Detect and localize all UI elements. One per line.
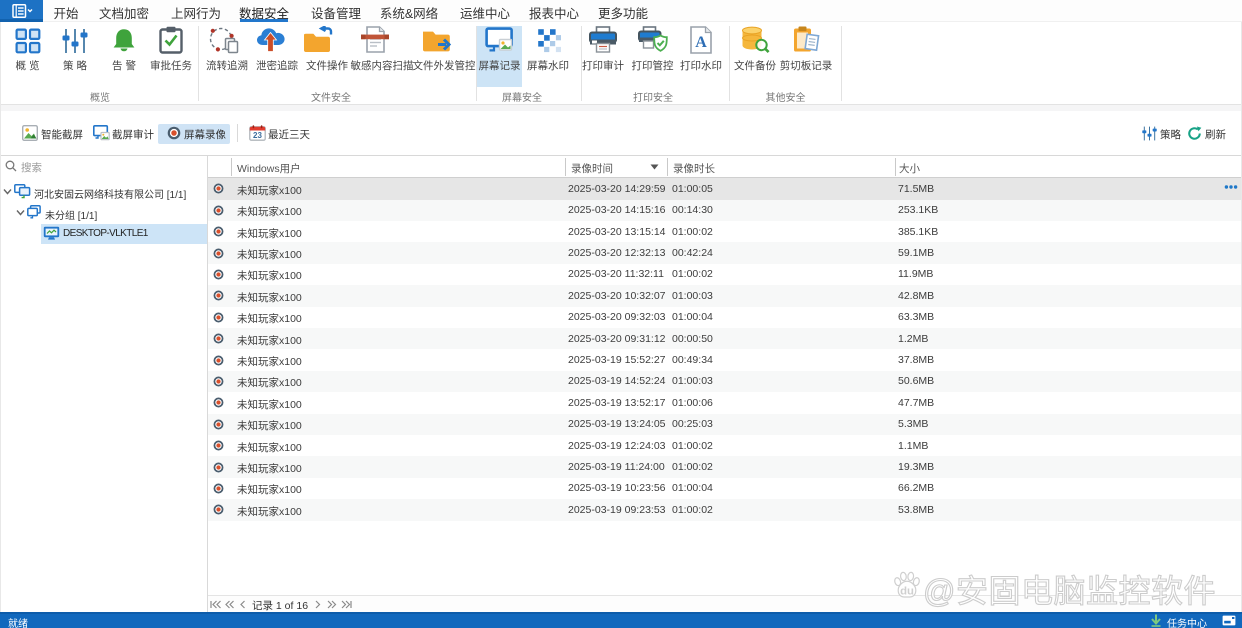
svg-text:A: A — [695, 34, 707, 51]
svg-text:du: du — [900, 585, 914, 597]
svg-text:23: 23 — [253, 131, 262, 140]
